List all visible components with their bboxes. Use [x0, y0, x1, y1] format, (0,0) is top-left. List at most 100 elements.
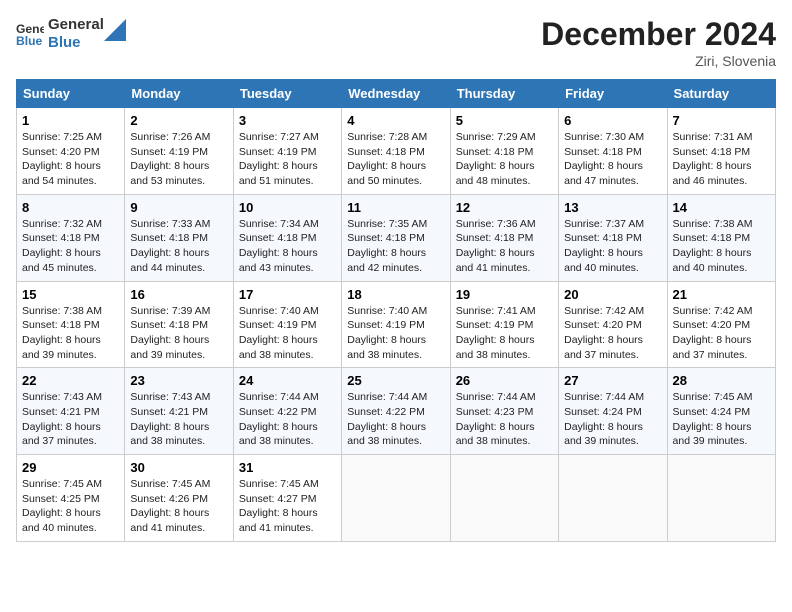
cell-w2-d4: 19 Sunrise: 7:41 AMSunset: 4:19 PMDayligh… — [450, 281, 558, 368]
day-num-w0-d5: 6 — [564, 113, 661, 128]
col-tuesday: Tuesday — [233, 80, 341, 108]
week-row-0: 1Sunrise: 7:25 AMSunset: 4:20 PMDaylight… — [17, 108, 776, 195]
cell-w4-d4 — [450, 455, 558, 542]
day-detail-w2-d4: Sunrise: 7:41 AMSunset: 4:19 PMDaylight:… — [456, 304, 553, 363]
day-num-w1-d6: 14 — [673, 200, 770, 215]
day-num-w1-d2: 10 — [239, 200, 336, 215]
logo-general: General — [48, 16, 104, 34]
day-num-w3-d3: 25 — [347, 373, 444, 388]
title-block: December 2024 Ziri, Slovenia — [541, 16, 776, 69]
day-detail-w3-d5: Sunrise: 7:44 AMSunset: 4:24 PMDaylight:… — [564, 390, 661, 449]
day-num-w3-d1: 23 — [130, 373, 227, 388]
col-saturday: Saturday — [667, 80, 775, 108]
day-detail-w0-d2: Sunrise: 7:27 AMSunset: 4:19 PMDaylight:… — [239, 130, 336, 189]
cell-w3-d6: 28 Sunrise: 7:45 AMSunset: 4:24 PMDayligh… — [667, 368, 775, 455]
day-num-w2-d5: 20 — [564, 287, 661, 302]
day-num-w3-d4: 26 — [456, 373, 553, 388]
cell-w2-d6: 21 Sunrise: 7:42 AMSunset: 4:20 PMDayligh… — [667, 281, 775, 368]
day-num-w1-d5: 13 — [564, 200, 661, 215]
cell-w2-d1: 16Sunrise: 7:39 AMSunset: 4:18 PMDayligh… — [125, 281, 233, 368]
day-num-w2-d6: 21 — [673, 287, 770, 302]
day-num-w1-d4: 12 — [456, 200, 553, 215]
day-detail-w2-d5: Sunrise: 7:42 AMSunset: 4:20 PMDaylight:… — [564, 304, 661, 363]
day-num-w1-d0: 8 — [22, 200, 119, 215]
cell-w2-d5: 20 Sunrise: 7:42 AMSunset: 4:20 PMDayligh… — [559, 281, 667, 368]
cell-w4-d5 — [559, 455, 667, 542]
day-num-w2-d2: 17 — [239, 287, 336, 302]
cell-w0-d4: 5Sunrise: 7:29 AMSunset: 4:18 PMDaylight… — [450, 108, 558, 195]
cell-w0-d3: 4 Sunrise: 7:28 AMSunset: 4:18 PMDaylight… — [342, 108, 450, 195]
cell-w0-d6: 7 Sunrise: 7:31 AMSunset: 4:18 PMDaylight… — [667, 108, 775, 195]
day-num-w2-d4: 19 — [456, 287, 553, 302]
week-row-2: 15Sunrise: 7:38 AMSunset: 4:18 PMDayligh… — [17, 281, 776, 368]
day-num-w0-d4: 5 — [456, 113, 553, 128]
cell-w2-d2: 17 Sunrise: 7:40 AMSunset: 4:19 PMDayligh… — [233, 281, 341, 368]
day-num-w2-d1: 16 — [130, 287, 227, 302]
day-detail-w1-d3: Sunrise: 7:35 AMSunset: 4:18 PMDaylight:… — [347, 217, 444, 276]
location: Ziri, Slovenia — [541, 53, 776, 69]
day-num-w3-d6: 28 — [673, 373, 770, 388]
cell-w3-d1: 23Sunrise: 7:43 AMSunset: 4:21 PMDayligh… — [125, 368, 233, 455]
cell-w3-d5: 27 Sunrise: 7:44 AMSunset: 4:24 PMDayligh… — [559, 368, 667, 455]
week-row-1: 8Sunrise: 7:32 AMSunset: 4:18 PMDaylight… — [17, 194, 776, 281]
day-detail-w1-d4: Sunrise: 7:36 AMSunset: 4:18 PMDaylight:… — [456, 217, 553, 276]
cell-w3-d4: 26Sunrise: 7:44 AMSunset: 4:23 PMDayligh… — [450, 368, 558, 455]
day-detail-w0-d6: Sunrise: 7:31 AMSunset: 4:18 PMDaylight:… — [673, 130, 770, 189]
week-row-4: 29Sunrise: 7:45 AMSunset: 4:25 PMDayligh… — [17, 455, 776, 542]
day-num-w3-d5: 27 — [564, 373, 661, 388]
day-num-w4-d1: 30 — [130, 460, 227, 475]
cell-w0-d5: 6 Sunrise: 7:30 AMSunset: 4:18 PMDaylight… — [559, 108, 667, 195]
logo: General Blue General Blue — [16, 16, 126, 52]
header-row: Sunday Monday Tuesday Wednesday Thursday… — [17, 80, 776, 108]
col-monday: Monday — [125, 80, 233, 108]
day-num-w1-d1: 9 — [130, 200, 227, 215]
col-thursday: Thursday — [450, 80, 558, 108]
week-row-3: 22 Sunrise: 7:43 AMSunset: 4:21 PMDayligh… — [17, 368, 776, 455]
day-detail-w1-d2: Sunrise: 7:34 AMSunset: 4:18 PMDaylight:… — [239, 217, 336, 276]
cell-w4-d3 — [342, 455, 450, 542]
day-num-w0-d2: 3 — [239, 113, 336, 128]
cell-w1-d4: 12 Sunrise: 7:36 AMSunset: 4:18 PMDayligh… — [450, 194, 558, 281]
calendar-table: Sunday Monday Tuesday Wednesday Thursday… — [16, 79, 776, 542]
day-detail-w0-d1: Sunrise: 7:26 AMSunset: 4:19 PMDaylight:… — [130, 130, 227, 189]
day-detail-w3-d0: Sunrise: 7:43 AMSunset: 4:21 PMDaylight:… — [22, 390, 119, 449]
cell-w1-d3: 11Sunrise: 7:35 AMSunset: 4:18 PMDayligh… — [342, 194, 450, 281]
cell-w4-d0: 29Sunrise: 7:45 AMSunset: 4:25 PMDayligh… — [17, 455, 125, 542]
svg-text:Blue: Blue — [16, 34, 43, 48]
day-detail-w1-d1: Sunrise: 7:33 AMSunset: 4:18 PMDaylight:… — [130, 217, 227, 276]
day-detail-w4-d2: Sunrise: 7:45 AMSunset: 4:27 PMDaylight:… — [239, 477, 336, 536]
cell-w1-d0: 8Sunrise: 7:32 AMSunset: 4:18 PMDaylight… — [17, 194, 125, 281]
logo-arrow-icon — [104, 19, 126, 41]
day-detail-w3-d6: Sunrise: 7:45 AMSunset: 4:24 PMDaylight:… — [673, 390, 770, 449]
cell-w3-d0: 22 Sunrise: 7:43 AMSunset: 4:21 PMDayligh… — [17, 368, 125, 455]
day-detail-w0-d5: Sunrise: 7:30 AMSunset: 4:18 PMDaylight:… — [564, 130, 661, 189]
day-detail-w3-d3: Sunrise: 7:44 AMSunset: 4:22 PMDaylight:… — [347, 390, 444, 449]
cell-w3-d3: 25 Sunrise: 7:44 AMSunset: 4:22 PMDayligh… — [342, 368, 450, 455]
cell-w0-d0: 1Sunrise: 7:25 AMSunset: 4:20 PMDaylight… — [17, 108, 125, 195]
day-num-w0-d3: 4 — [347, 113, 444, 128]
cell-w4-d2: 31 Sunrise: 7:45 AMSunset: 4:27 PMDayligh… — [233, 455, 341, 542]
day-detail-w2-d6: Sunrise: 7:42 AMSunset: 4:20 PMDaylight:… — [673, 304, 770, 363]
day-detail-w4-d1: Sunrise: 7:45 AMSunset: 4:26 PMDaylight:… — [130, 477, 227, 536]
day-num-w0-d6: 7 — [673, 113, 770, 128]
logo-icon: General Blue — [16, 20, 44, 48]
day-num-w4-d0: 29 — [22, 460, 119, 475]
day-num-w2-d3: 18 — [347, 287, 444, 302]
col-sunday: Sunday — [17, 80, 125, 108]
cell-w1-d1: 9 Sunrise: 7:33 AMSunset: 4:18 PMDaylight… — [125, 194, 233, 281]
month-title: December 2024 — [541, 16, 776, 53]
cell-w4-d1: 30 Sunrise: 7:45 AMSunset: 4:26 PMDayligh… — [125, 455, 233, 542]
cell-w4-d6 — [667, 455, 775, 542]
cell-w2-d3: 18Sunrise: 7:40 AMSunset: 4:19 PMDayligh… — [342, 281, 450, 368]
day-num-w3-d0: 22 — [22, 373, 119, 388]
cell-w1-d2: 10 Sunrise: 7:34 AMSunset: 4:18 PMDayligh… — [233, 194, 341, 281]
day-detail-w0-d3: Sunrise: 7:28 AMSunset: 4:18 PMDaylight:… — [347, 130, 444, 189]
day-detail-w1-d5: Sunrise: 7:37 AMSunset: 4:18 PMDaylight:… — [564, 217, 661, 276]
day-detail-w2-d2: Sunrise: 7:40 AMSunset: 4:19 PMDaylight:… — [239, 304, 336, 363]
day-detail-w0-d0: Sunrise: 7:25 AMSunset: 4:20 PMDaylight:… — [22, 130, 119, 189]
day-num-w4-d2: 31 — [239, 460, 336, 475]
day-num-w3-d2: 24 — [239, 373, 336, 388]
day-detail-w2-d0: Sunrise: 7:38 AMSunset: 4:18 PMDaylight:… — [22, 304, 119, 363]
cell-w1-d5: 13 Sunrise: 7:37 AMSunset: 4:18 PMDayligh… — [559, 194, 667, 281]
logo-blue: Blue — [48, 34, 104, 52]
